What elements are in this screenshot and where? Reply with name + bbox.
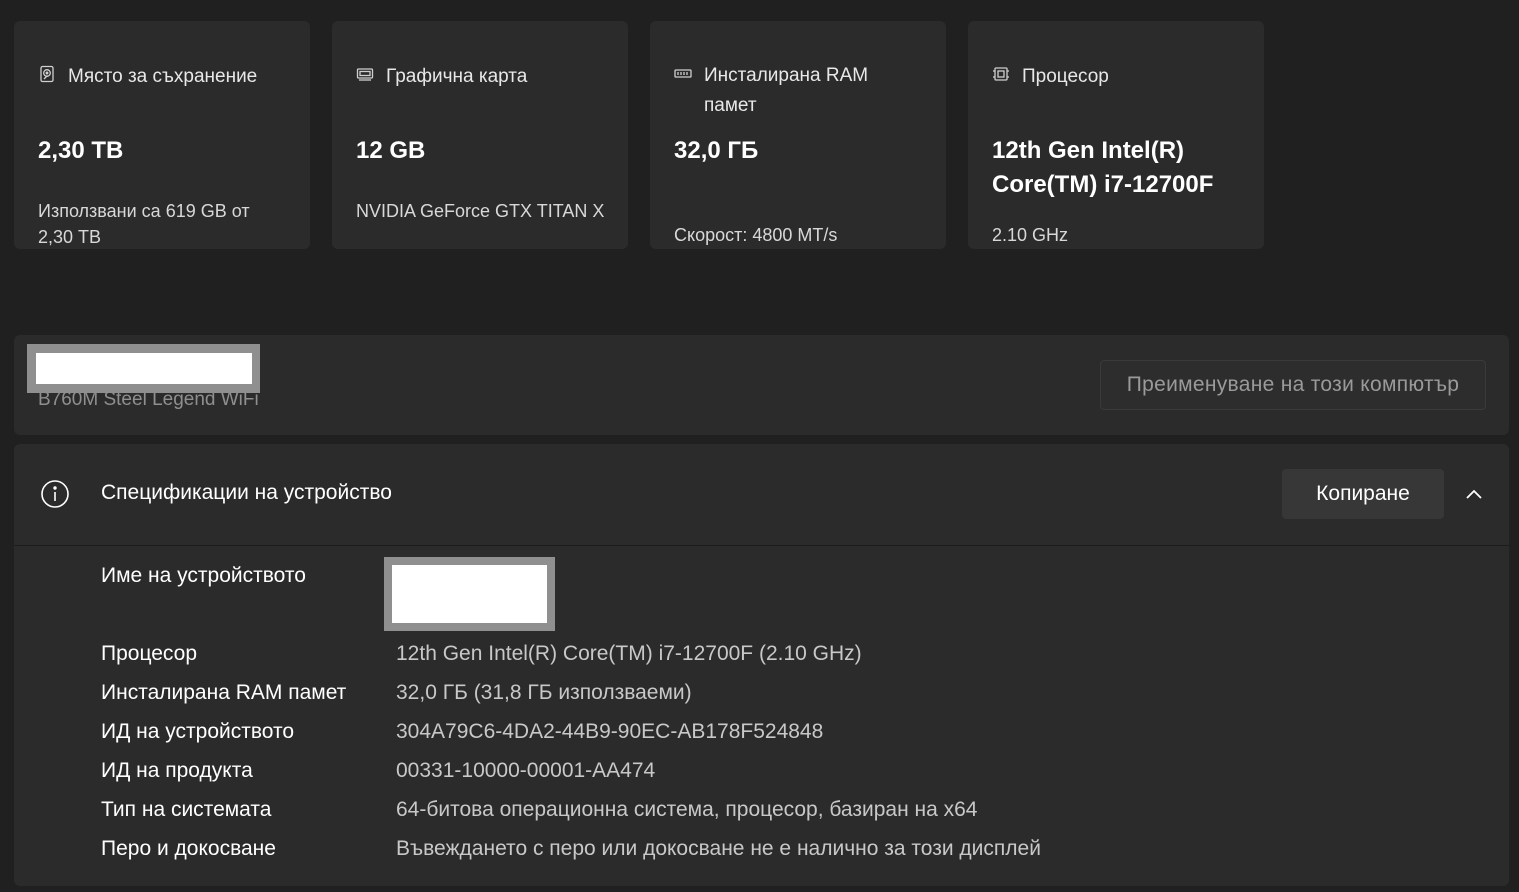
card-subtitle: NVIDIA GeForce GTX TITAN X <box>356 201 605 221</box>
system-about-page: Място за съхранение 2,30 TB Използвани с… <box>0 0 1519 892</box>
graphics-card-icon <box>356 65 374 83</box>
rename-panel: B760M Steel Legend WiFi Преименуване на … <box>14 335 1509 435</box>
card-value: 32,0 ГБ <box>674 137 759 164</box>
copy-button[interactable]: Копиране <box>1282 469 1444 519</box>
card-title: Място за съхранение <box>68 66 258 87</box>
spec-label-ram: Инсталирана RAM памет <box>101 681 347 704</box>
redaction-box <box>392 565 547 623</box>
spec-label-pen-touch: Перо и докосване <box>101 837 276 860</box>
redaction-box <box>36 353 252 384</box>
spec-label-product-id: ИД на продукта <box>101 759 253 782</box>
device-specs-list: Име на устройството Процесор 12th Gen In… <box>14 546 1509 886</box>
computer-name-redacted <box>27 344 260 393</box>
card-title: Процесор <box>1022 66 1109 87</box>
card-subtitle: Скорост: 4800 MT/s <box>674 225 838 245</box>
ram-card[interactable]: Инсталирана RAM памет 32,0 ГБ Скорост: 4… <box>650 21 946 249</box>
storage-card[interactable]: Място за съхранение 2,30 TB Използвани с… <box>14 21 310 249</box>
chevron-up-icon[interactable] <box>1462 484 1486 504</box>
spec-value-ram[interactable]: 32,0 ГБ (31,8 ГБ използваеми) <box>396 681 692 705</box>
graphics-card[interactable]: Графична карта 12 GB NVIDIA GeForce GTX … <box>332 21 628 249</box>
card-title: Инсталирана RAM памет <box>704 65 869 116</box>
spec-label-device-id: ИД на устройството <box>101 720 295 743</box>
spec-value-product-id[interactable]: 00331-10000-00001-AA474 <box>396 759 655 783</box>
processor-icon <box>992 65 1010 83</box>
device-name-redacted <box>384 557 555 631</box>
card-subtitle: Използвани са 619 GB от 2,30 TB <box>38 201 250 247</box>
device-specs-header[interactable]: Спецификации на устройство Копиране <box>14 444 1509 545</box>
card-subtitle: 2.10 GHz <box>992 225 1069 245</box>
spec-value-device-id[interactable]: 304A79C6-4DA2-44B9-90EC-AB178F524848 <box>396 720 823 744</box>
spec-label-device-name: Име на устройството <box>101 564 306 587</box>
specs-title: Спецификации на устройство <box>101 481 392 504</box>
storage-icon <box>38 65 56 83</box>
spec-label-system-type: Тип на системата <box>101 798 272 821</box>
card-title: Графична карта <box>386 66 528 87</box>
card-value: 12 GB <box>356 137 426 164</box>
ram-icon <box>674 65 692 83</box>
rename-pc-button[interactable]: Преименуване на този компютър <box>1100 360 1486 410</box>
spec-label-processor: Процесор <box>101 642 198 665</box>
processor-card[interactable]: Процесор 12th Gen Intel(R) Core(TM) i7-1… <box>968 21 1264 249</box>
card-value: 2,30 TB <box>38 137 124 164</box>
motherboard-model: B760M Steel Legend WiFi <box>38 389 259 410</box>
spec-value-pen-touch[interactable]: Въвеждането с перо или докосване не е на… <box>396 837 1041 861</box>
card-value: 12th Gen Intel(R) Core(TM) i7-12700F <box>992 137 1214 198</box>
spec-value-system-type[interactable]: 64-битова операционна система, процесор,… <box>396 798 978 822</box>
spec-value-processor[interactable]: 12th Gen Intel(R) Core(TM) i7-12700F (2.… <box>396 642 862 666</box>
info-icon <box>40 479 70 509</box>
